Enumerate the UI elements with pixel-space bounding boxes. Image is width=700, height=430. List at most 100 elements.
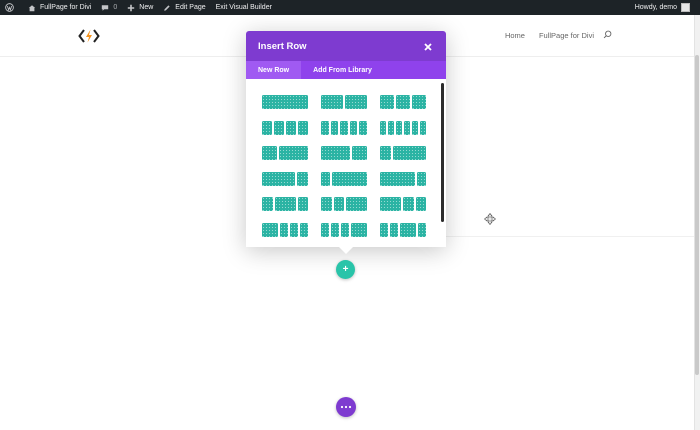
layout-column-block	[380, 120, 386, 135]
layout-column-block	[351, 222, 367, 237]
modal-header: Insert Row	[246, 31, 446, 61]
layout-column-block	[396, 95, 410, 109]
layout-column-block	[274, 120, 284, 135]
row-layout-option[interactable]	[380, 197, 426, 211]
layout-column-block	[321, 222, 329, 237]
edit-page-label: Edit Page	[175, 4, 206, 11]
layout-column-block	[417, 171, 426, 186]
wp-logo-button[interactable]	[0, 0, 23, 15]
layout-column-block	[297, 197, 308, 211]
exit-visual-builder-link[interactable]: Exit Visual Builder	[211, 0, 277, 15]
row-layout-option[interactable]	[321, 197, 367, 211]
row-layout-option[interactable]	[321, 120, 367, 135]
row-layout-option[interactable]	[262, 222, 308, 237]
search-icon[interactable]	[603, 30, 612, 41]
layout-column-block	[278, 146, 308, 160]
builder-menu-button[interactable]	[336, 397, 356, 417]
modal-scrollbar[interactable]	[441, 83, 444, 222]
layout-column-block	[415, 197, 426, 211]
layout-column-block	[390, 222, 398, 237]
layout-column-block	[396, 120, 402, 135]
layout-column-block	[345, 95, 367, 109]
row-layout-option[interactable]	[262, 95, 308, 109]
layout-column-block	[380, 222, 388, 237]
row-layout-option[interactable]	[262, 171, 308, 186]
layout-column-block	[400, 222, 416, 237]
row-layout-option[interactable]	[262, 120, 308, 135]
layout-column-block	[380, 171, 416, 186]
layout-column-block	[297, 171, 308, 186]
modal-tabs: New Row Add From Library	[246, 61, 446, 79]
comments-link[interactable]: 0	[96, 0, 122, 15]
layout-column-block	[262, 120, 272, 135]
nav-item-fullpage[interactable]: FullPage for Divi	[539, 31, 594, 40]
page-scrollbar[interactable]	[694, 15, 700, 430]
add-row-label: +	[342, 264, 349, 275]
new-content-link[interactable]: New	[122, 0, 158, 15]
layout-column-block	[333, 197, 344, 211]
account-menu[interactable]: Howdy, demo	[635, 3, 700, 12]
row-layout-option[interactable]	[380, 120, 426, 135]
plus-icon	[127, 4, 135, 12]
layout-column-block	[262, 95, 308, 109]
layout-column-block	[412, 95, 426, 109]
layout-column-block	[274, 197, 296, 211]
row-layout-option[interactable]	[262, 146, 308, 160]
row-layout-option[interactable]	[380, 146, 426, 160]
layout-column-block	[403, 197, 414, 211]
layout-column-block	[346, 197, 367, 211]
layout-column-block	[300, 222, 308, 237]
layout-column-block	[286, 120, 296, 135]
pencil-icon	[163, 4, 171, 12]
comment-bubble-icon	[101, 4, 109, 12]
layout-column-block	[321, 95, 343, 109]
move-cursor-icon	[483, 212, 497, 226]
ellipsis-icon	[340, 405, 352, 409]
howdy-label: Howdy, demo	[634, 4, 677, 11]
insert-row-modal: Insert Row New Row Add From Library	[246, 31, 446, 254]
row-layout-grid	[246, 79, 446, 247]
avatar	[681, 3, 690, 12]
layout-column-block	[321, 197, 332, 211]
row-layout-option[interactable]	[380, 222, 426, 237]
layout-column-block	[331, 222, 339, 237]
site-name-link[interactable]: FullPage for Divi	[23, 0, 96, 15]
tab-add-from-library[interactable]: Add From Library	[301, 61, 384, 79]
row-layout-option[interactable]	[380, 171, 426, 186]
layout-column-block	[262, 222, 278, 237]
row-layout-option[interactable]	[321, 222, 367, 237]
edit-page-link[interactable]: Edit Page	[158, 0, 210, 15]
row-layout-option[interactable]	[380, 95, 426, 109]
layout-column-block	[321, 120, 329, 135]
new-label: New	[139, 4, 154, 11]
layout-column-block	[298, 120, 308, 135]
layout-column-block	[388, 120, 394, 135]
layout-column-block	[341, 222, 349, 237]
row-layout-option[interactable]	[321, 95, 367, 109]
wp-admin-bar: FullPage for Divi 0 New Edit Page Exit V…	[0, 0, 700, 15]
layout-column-block	[340, 120, 348, 135]
layout-column-block	[393, 146, 426, 160]
layout-column-block	[420, 120, 426, 135]
close-icon[interactable]	[422, 40, 434, 52]
row-layout-option[interactable]	[262, 197, 308, 211]
layout-column-block	[290, 222, 298, 237]
row-layout-option[interactable]	[321, 171, 367, 186]
tab-new-row[interactable]: New Row	[246, 61, 302, 79]
page-scrollbar-thumb[interactable]	[695, 55, 699, 375]
layout-column-block	[352, 146, 367, 160]
section-divider	[445, 236, 694, 237]
layout-column-block	[412, 120, 418, 135]
site-logo[interactable]	[78, 28, 100, 44]
layout-column-block	[418, 222, 426, 237]
nav-item-home[interactable]: Home	[505, 31, 525, 40]
layout-column-block	[331, 171, 367, 186]
layout-column-block	[380, 197, 401, 211]
site-name-label: FullPage for Divi	[40, 4, 92, 11]
layout-column-block	[280, 222, 288, 237]
row-layout-option[interactable]	[321, 146, 367, 160]
exit-visual-builder-label: Exit Visual Builder	[215, 4, 272, 11]
add-row-button[interactable]: +	[336, 260, 355, 279]
home-icon	[28, 4, 36, 12]
layout-column-block	[262, 171, 295, 186]
